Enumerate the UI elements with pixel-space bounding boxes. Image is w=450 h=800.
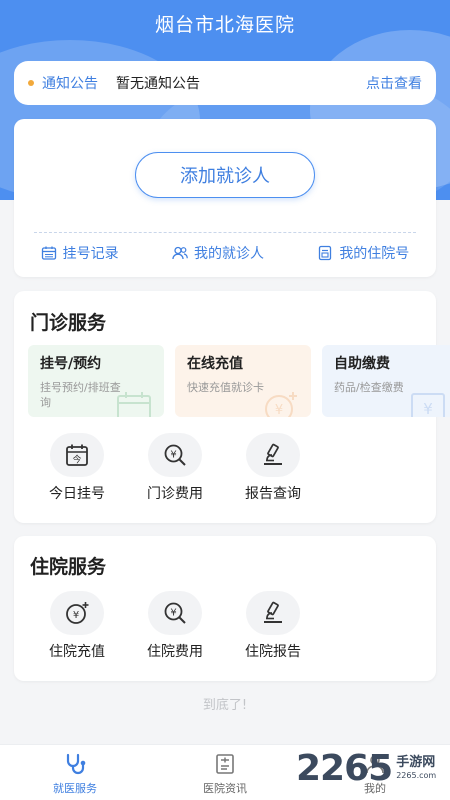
notice-bar[interactable]: 通知公告 暂无通知公告 点击查看 <box>14 61 436 105</box>
today-registration-button[interactable]: 今 今日挂号 <box>28 433 126 503</box>
document-icon <box>319 245 332 261</box>
notice-text: 暂无通知公告 <box>116 76 200 92</box>
my-patients-link[interactable]: 我的就诊人 <box>172 243 264 263</box>
outpatient-tiles: 挂号/预约 挂号预约/排班查询 在线充值 快速充值就诊卡 ¥ 自助缴费 药品/检… <box>28 345 450 417</box>
tile-name: 挂号/预约 <box>40 356 102 372</box>
yuan-add-icon: ¥ <box>265 392 297 417</box>
end-of-list-note: 到底了! <box>202 698 248 713</box>
notice-more-link[interactable]: 点击查看 <box>366 73 422 93</box>
outpatient-section-title: 门诊服务 <box>30 312 107 334</box>
add-patient-button[interactable]: 添加就诊人 <box>135 152 315 198</box>
svg-text:¥: ¥ <box>170 450 176 461</box>
microscope-icon <box>264 443 282 465</box>
icon-label: 住院费用 <box>147 644 203 660</box>
inpatient-icon-row: ¥ 住院充值 ¥ 住院费用 住院报告 <box>28 591 322 661</box>
registration-records-link[interactable]: 挂号记录 <box>41 243 119 263</box>
svg-text:¥: ¥ <box>170 608 176 619</box>
registration-records-label: 挂号记录 <box>62 246 119 262</box>
calendar-today-icon: 今 <box>66 444 88 466</box>
icon-label: 今日挂号 <box>49 486 105 502</box>
patient-quick-links: 挂号记录 我的就诊人 我的住院号 <box>14 243 436 263</box>
tile-name: 在线充值 <box>187 356 243 372</box>
stethoscope-icon <box>66 753 86 775</box>
watermark-text: 手游网 <box>396 754 436 770</box>
icon-circle: 今 <box>50 433 104 477</box>
icon-label: 报告查询 <box>245 486 301 502</box>
fee-search-icon: ¥ <box>164 602 186 624</box>
tile-desc: 药品/检查缴费 <box>334 381 404 394</box>
fee-search-icon: ¥ <box>164 444 186 466</box>
outpatient-service-card: 门诊服务 挂号/预约 挂号预约/排班查询 在线充值 快速充值就诊卡 ¥ 自助缴费… <box>14 291 450 523</box>
icon-label: 住院充值 <box>49 644 105 660</box>
tab-hospital-news[interactable]: 医院资讯 <box>150 745 300 800</box>
inpatient-fee-button[interactable]: ¥ 住院费用 <box>126 591 224 661</box>
my-inpatient-number-label: 我的住院号 <box>339 246 410 262</box>
yuan-add-icon: ¥ <box>66 602 89 624</box>
inpatient-report-button[interactable]: 住院报告 <box>224 591 322 661</box>
icon-circle: ¥ <box>148 591 202 635</box>
tile-registration[interactable]: 挂号/预约 挂号预约/排班查询 <box>28 345 164 417</box>
patient-card: 添加就诊人 挂号记录 我的就诊人 我的住院号 <box>14 119 436 277</box>
divider <box>34 232 416 233</box>
outpatient-fee-button[interactable]: ¥ 门诊费用 <box>126 433 224 503</box>
microscope-icon <box>264 601 282 623</box>
svg-text:¥: ¥ <box>73 610 79 621</box>
calendar-icon <box>117 392 151 417</box>
watermark-number: 2265 <box>296 747 393 789</box>
watermark-text-block: 手游网 2265.com <box>396 755 436 782</box>
icon-circle <box>246 591 300 635</box>
icon-circle: ¥ <box>148 433 202 477</box>
page-title: 烟台市北海医院 <box>154 14 295 36</box>
tab-medical-service[interactable]: 就医服务 <box>0 745 150 800</box>
tile-name: 自助缴费 <box>334 356 390 372</box>
inpatient-recharge-button[interactable]: ¥ 住院充值 <box>28 591 126 661</box>
my-patients-label: 我的就诊人 <box>193 246 264 262</box>
tile-desc: 快速充值就诊卡 <box>187 381 264 394</box>
calendar-icon <box>41 246 56 260</box>
people-icon <box>172 246 188 260</box>
svg-text:¥: ¥ <box>423 400 433 417</box>
tab-label: 就医服务 <box>53 782 97 795</box>
inpatient-service-card: 住院服务 ¥ 住院充值 ¥ 住院费用 住院报告 <box>14 536 436 681</box>
report-query-button[interactable]: 报告查询 <box>224 433 322 503</box>
watermark-url: 2265.com <box>396 770 437 780</box>
notice-dot <box>28 80 34 86</box>
tab-label: 医院资讯 <box>203 782 247 795</box>
notice-label: 通知公告 <box>42 76 98 92</box>
outpatient-icon-row: 今 今日挂号 ¥ 门诊费用 报告查询 <box>28 433 322 503</box>
inpatient-section-title: 住院服务 <box>30 556 107 578</box>
news-icon <box>216 754 234 774</box>
icon-circle <box>246 433 300 477</box>
yuan-card-icon: ¥ <box>411 393 445 417</box>
tile-online-recharge[interactable]: 在线充值 快速充值就诊卡 ¥ <box>175 345 311 417</box>
svg-text:今: 今 <box>72 454 81 466</box>
my-inpatient-number-link[interactable]: 我的住院号 <box>317 243 409 263</box>
tile-desc: 挂号预约/排班查询 <box>40 381 121 409</box>
icon-label: 门诊费用 <box>147 486 203 502</box>
watermark-logo: 2265 手游网 2265.com <box>296 746 436 790</box>
icon-circle: ¥ <box>50 591 104 635</box>
tile-self-payment[interactable]: 自助缴费 药品/检查缴费 ¥ <box>322 345 450 417</box>
icon-label: 住院报告 <box>245 644 301 660</box>
svg-text:¥: ¥ <box>275 403 283 417</box>
